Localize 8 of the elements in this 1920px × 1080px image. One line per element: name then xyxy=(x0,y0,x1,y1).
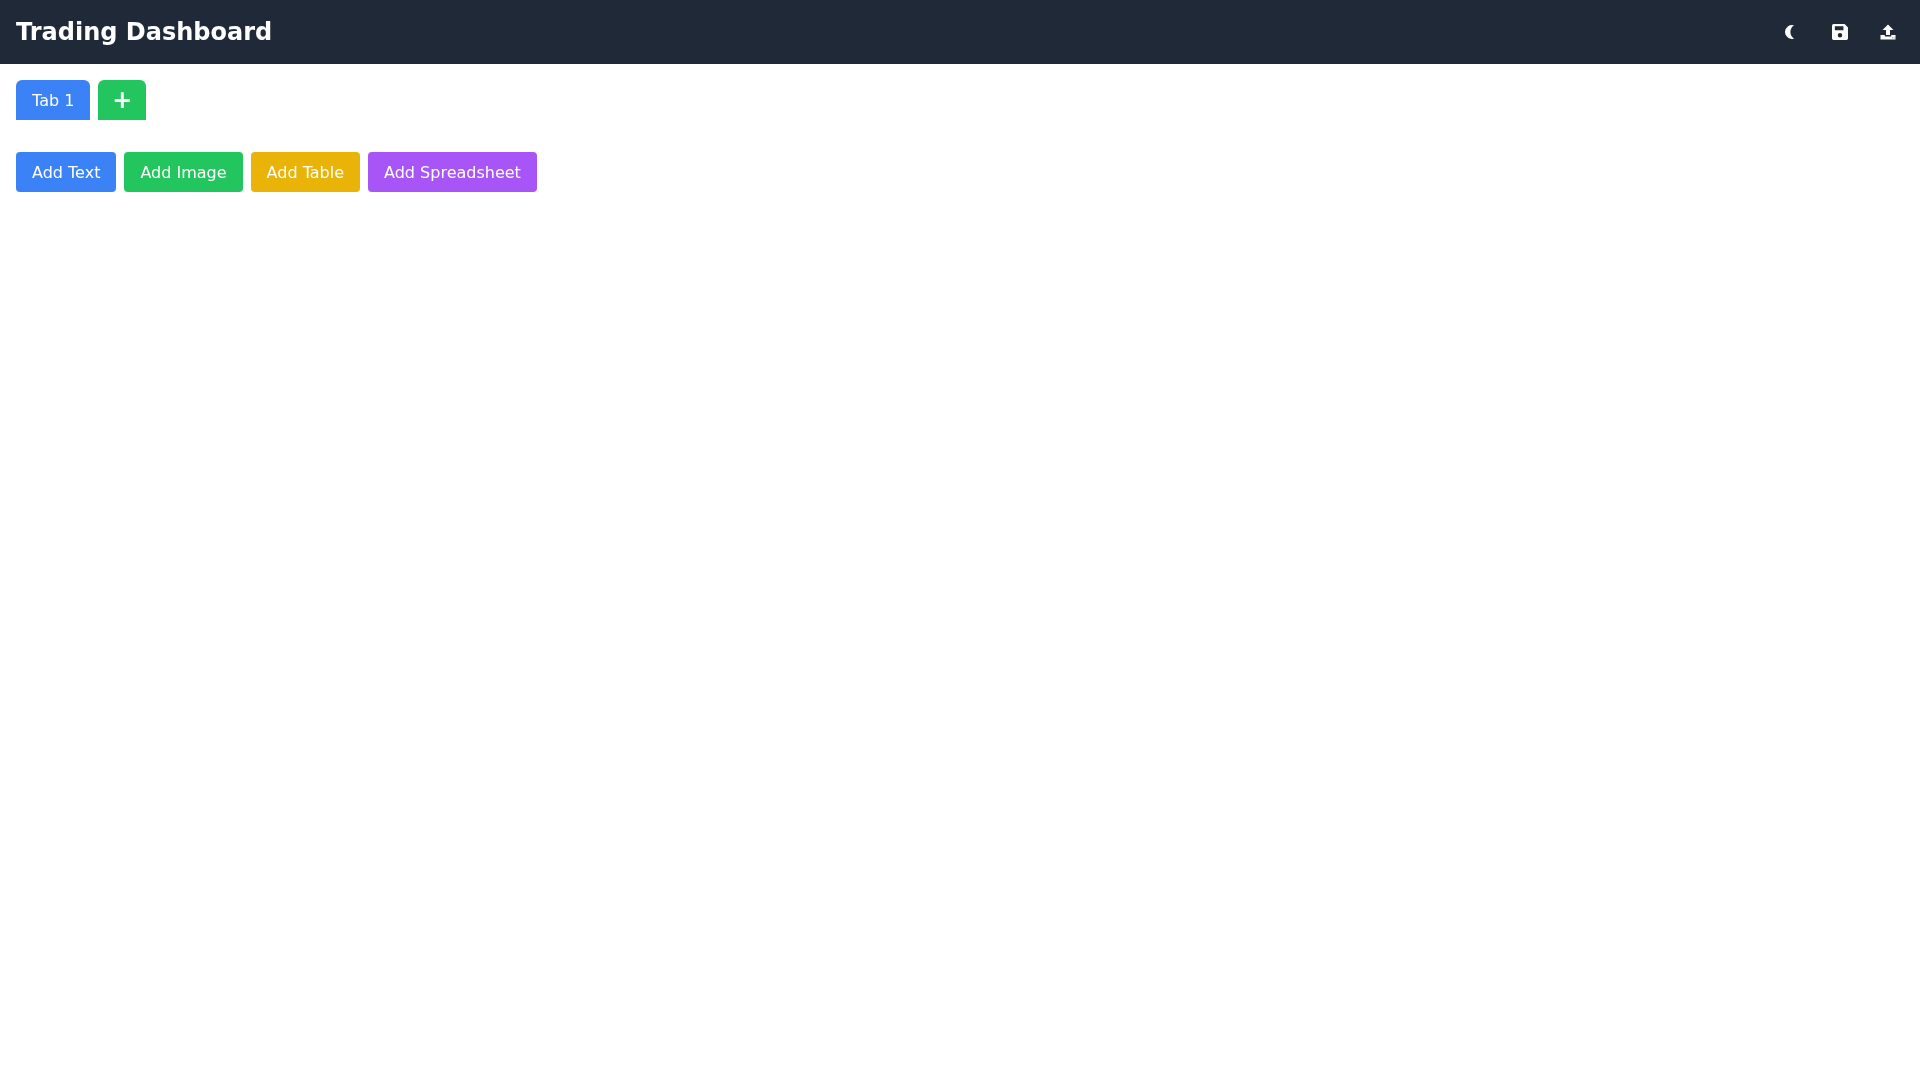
tab[interactable]: Tab 1 xyxy=(16,80,91,120)
add-spreadsheet-button[interactable]: Add Spreadsheet xyxy=(368,152,537,192)
upload-icon xyxy=(1880,24,1896,40)
add-image-button[interactable]: Add Image xyxy=(124,152,243,192)
add-tab-button[interactable]: + xyxy=(98,80,147,120)
add-text-button[interactable]: Add Text xyxy=(16,152,117,192)
app-title: Trading Dashboard xyxy=(16,17,273,48)
add-table-button[interactable]: Add Table xyxy=(250,152,361,192)
